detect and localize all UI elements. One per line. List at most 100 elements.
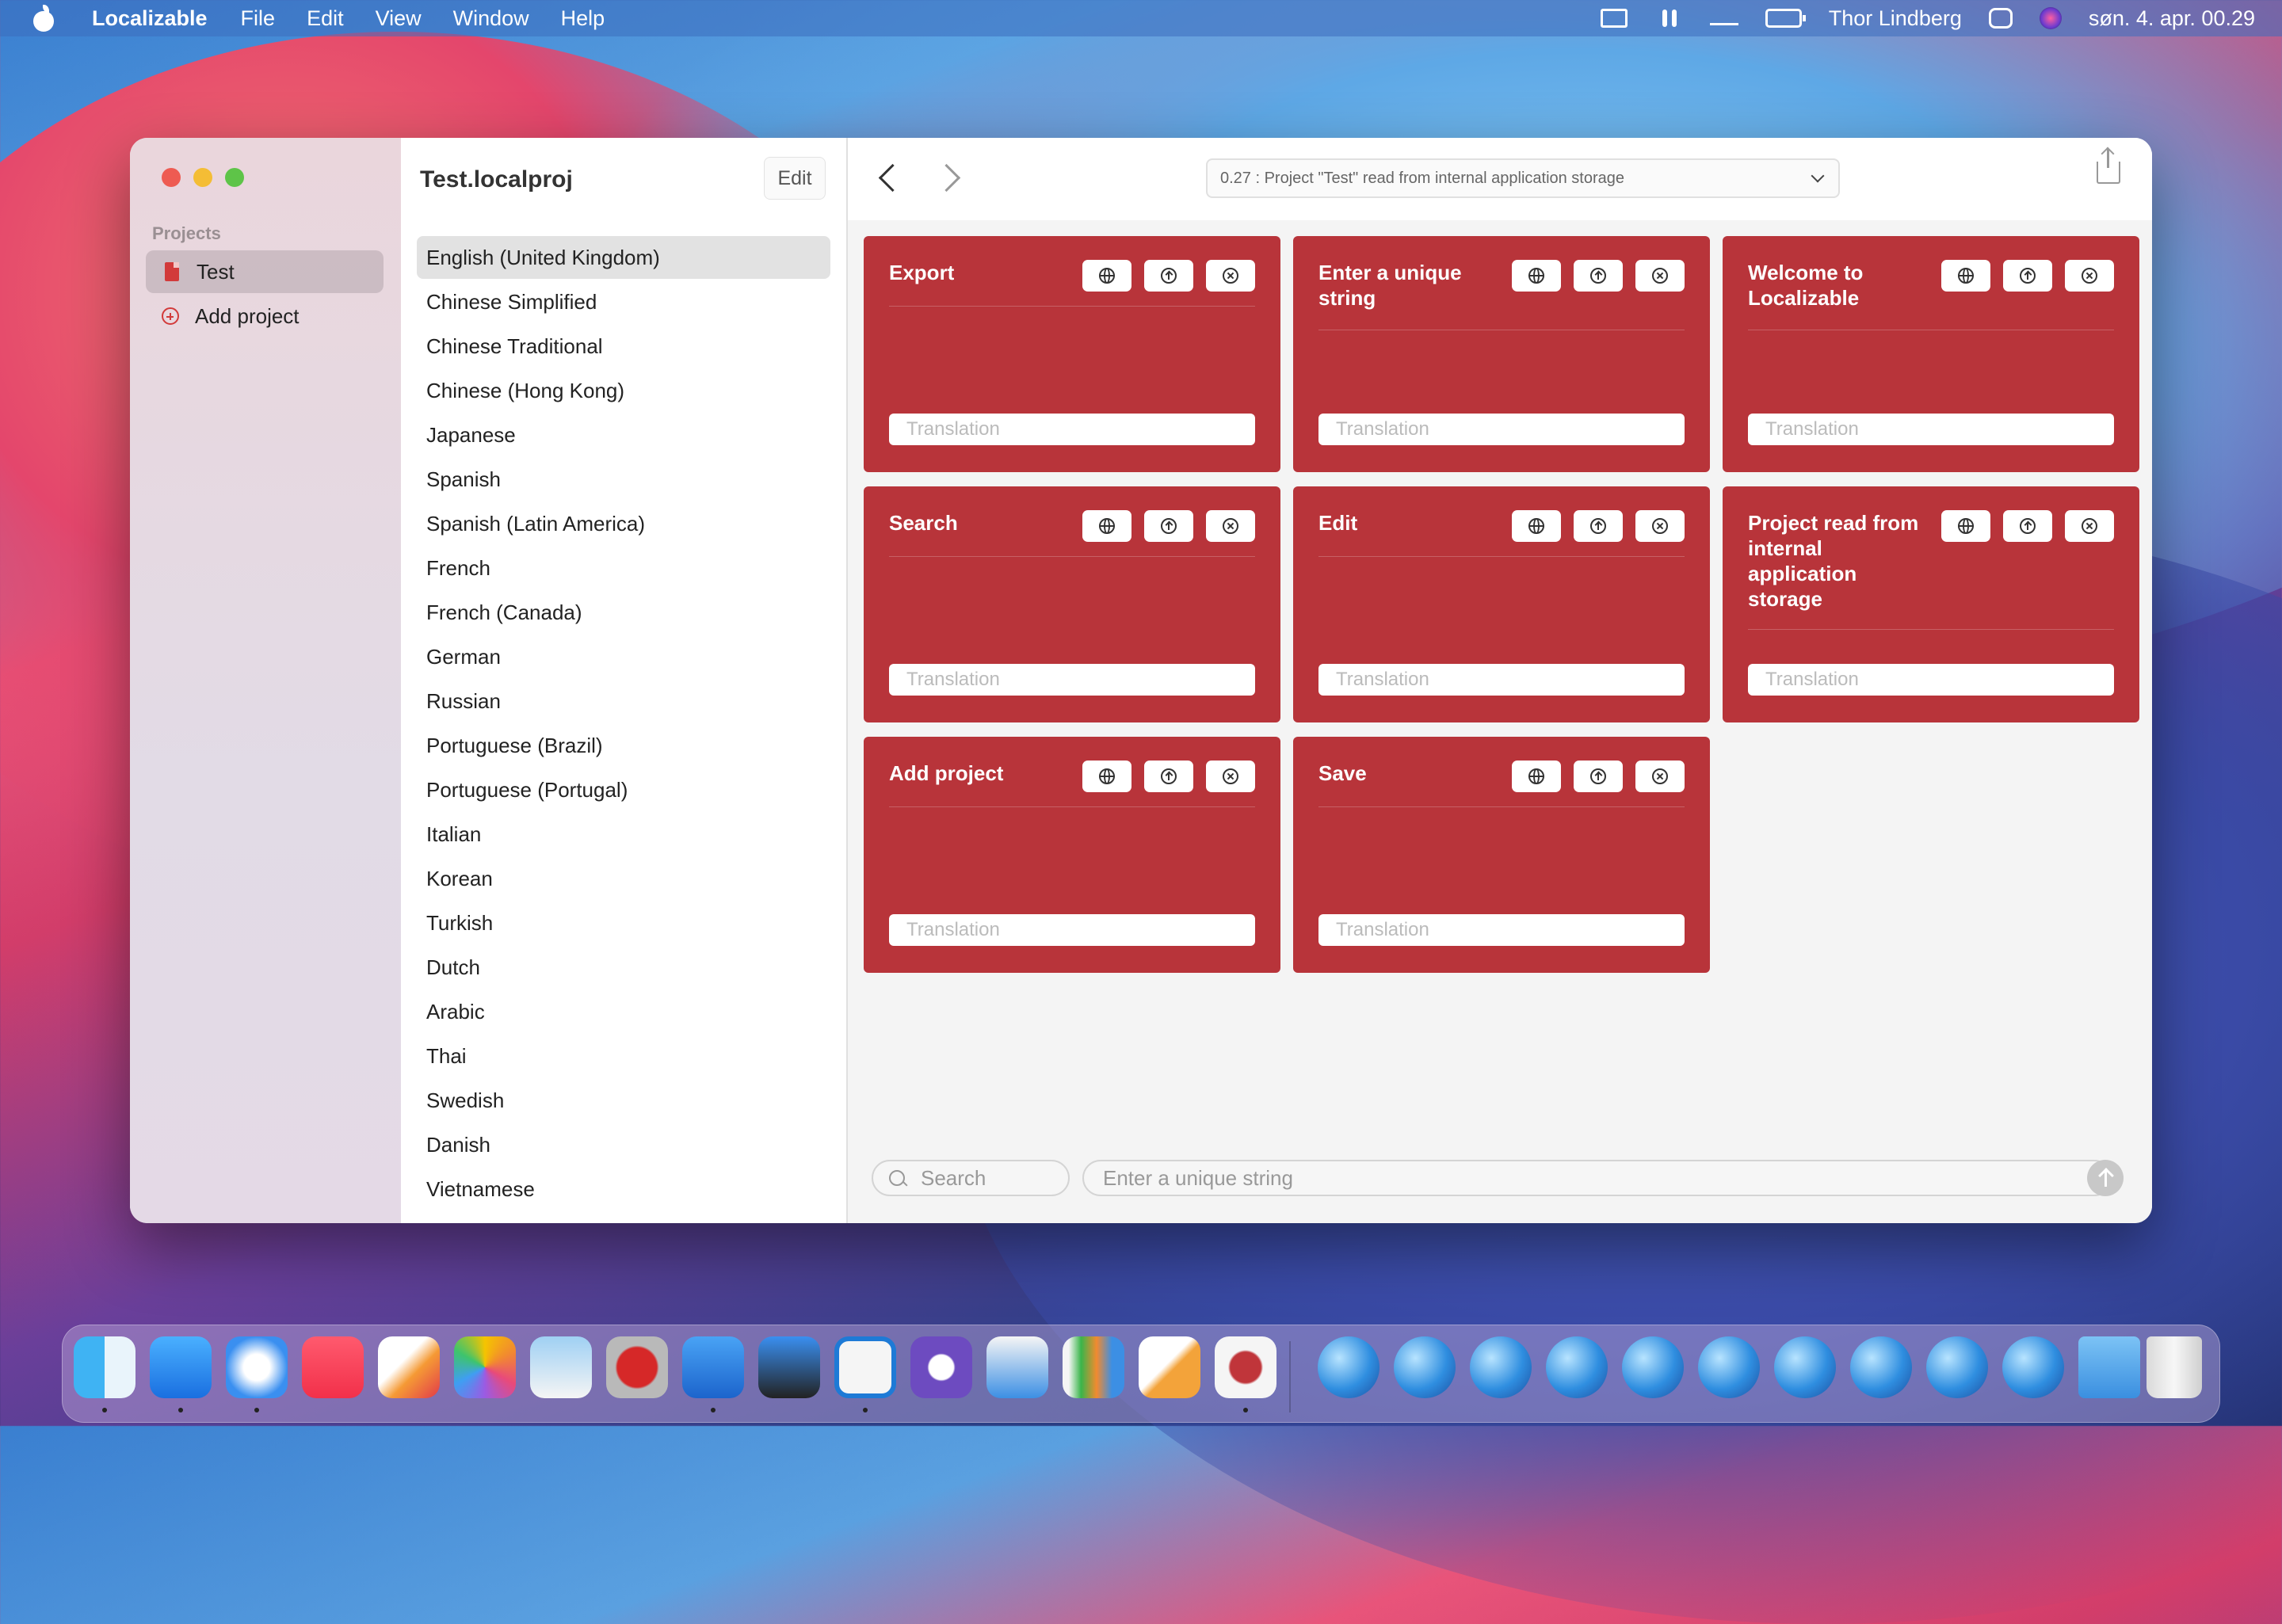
- share-icon[interactable]: [2097, 149, 2120, 184]
- translate-button[interactable]: [1941, 260, 1990, 292]
- menu-help[interactable]: Help: [561, 6, 605, 31]
- language-item[interactable]: Danish: [417, 1123, 830, 1166]
- pages-icon[interactable]: [1139, 1336, 1200, 1398]
- siri-icon[interactable]: [2039, 7, 2062, 29]
- globe-icon[interactable]: [1546, 1336, 1608, 1398]
- translation-input[interactable]: [1748, 664, 2114, 696]
- globe-icon[interactable]: [1394, 1336, 1456, 1398]
- mail-icon[interactable]: [150, 1336, 212, 1398]
- keynote-icon[interactable]: [986, 1336, 1048, 1398]
- quote-app-icon[interactable]: [1215, 1336, 1276, 1398]
- menu-file[interactable]: File: [241, 6, 276, 31]
- photos-icon[interactable]: [454, 1336, 516, 1398]
- translate-button[interactable]: [1512, 260, 1561, 292]
- pixelmator-icon[interactable]: [378, 1336, 440, 1398]
- language-item[interactable]: Spanish: [417, 458, 830, 501]
- translation-input[interactable]: [889, 914, 1255, 946]
- menu-window[interactable]: Window: [453, 6, 529, 31]
- translation-input[interactable]: [889, 414, 1255, 445]
- delete-button[interactable]: [2065, 260, 2114, 292]
- menu-view[interactable]: View: [376, 6, 422, 31]
- globe-icon[interactable]: [1470, 1336, 1532, 1398]
- delete-button[interactable]: [1206, 510, 1255, 542]
- delete-button[interactable]: [2065, 510, 2114, 542]
- language-item[interactable]: Korean: [417, 857, 830, 900]
- delete-button[interactable]: [1635, 260, 1685, 292]
- add-project-button[interactable]: Add project: [146, 295, 384, 337]
- app-menu[interactable]: Localizable: [92, 6, 208, 31]
- user-name[interactable]: Thor Lindberg: [1829, 6, 1962, 31]
- language-item[interactable]: Italian: [417, 813, 830, 856]
- zoom-window-button[interactable]: [225, 168, 244, 187]
- language-item[interactable]: German: [417, 635, 830, 678]
- move-up-button[interactable]: [2003, 260, 2052, 292]
- translate-button[interactable]: [1082, 260, 1131, 292]
- translation-input[interactable]: [1318, 914, 1685, 946]
- language-item[interactable]: French: [417, 547, 830, 589]
- apple-menu-icon[interactable]: [32, 5, 55, 32]
- globe-icon[interactable]: [1774, 1336, 1836, 1398]
- translate-button[interactable]: [1941, 510, 1990, 542]
- translation-input[interactable]: [889, 664, 1255, 696]
- screen-mirroring-icon[interactable]: [1600, 9, 1628, 28]
- music-icon[interactable]: [302, 1336, 364, 1398]
- delete-button[interactable]: [1206, 260, 1255, 292]
- xcode-icon[interactable]: [682, 1336, 744, 1398]
- move-up-button[interactable]: [2003, 510, 2052, 542]
- translate-button[interactable]: [1082, 761, 1131, 792]
- globe-icon[interactable]: [1850, 1336, 1912, 1398]
- globe-icon[interactable]: [1926, 1336, 1988, 1398]
- language-item[interactable]: Vietnamese: [417, 1168, 830, 1210]
- control-center-icon[interactable]: [1988, 8, 2013, 29]
- translate-button[interactable]: [1082, 510, 1131, 542]
- battery-icon[interactable]: [1765, 9, 1806, 28]
- move-up-button[interactable]: [1144, 761, 1193, 792]
- submit-button[interactable]: [2087, 1160, 2124, 1196]
- sidebar-item-test[interactable]: Test: [146, 250, 384, 293]
- back-chevron-icon[interactable]: [878, 163, 907, 193]
- language-item[interactable]: Thai: [417, 1035, 830, 1077]
- translate-button[interactable]: [1512, 761, 1561, 792]
- airpods-icon[interactable]: [1654, 8, 1683, 29]
- brightness-icon[interactable]: [1709, 12, 1738, 25]
- globe-icon[interactable]: [1318, 1336, 1380, 1398]
- delete-button[interactable]: [1206, 761, 1255, 792]
- close-window-button[interactable]: [162, 168, 181, 187]
- edit-button[interactable]: Edit: [764, 157, 826, 200]
- delete-button[interactable]: [1635, 761, 1685, 792]
- numbers-icon[interactable]: [1063, 1336, 1124, 1398]
- language-item[interactable]: Dutch: [417, 946, 830, 989]
- safari-icon[interactable]: [226, 1336, 288, 1398]
- new-string-input[interactable]: [1082, 1160, 2112, 1196]
- language-item[interactable]: Chinese Simplified: [417, 280, 830, 323]
- menu-edit[interactable]: Edit: [307, 6, 344, 31]
- move-up-button[interactable]: [1144, 260, 1193, 292]
- language-item[interactable]: French (Canada): [417, 591, 830, 634]
- move-up-button[interactable]: [1574, 510, 1623, 542]
- language-item[interactable]: Chinese (Hong Kong): [417, 369, 830, 412]
- globe-icon[interactable]: [1698, 1336, 1760, 1398]
- move-up-button[interactable]: [1574, 761, 1623, 792]
- translate-button[interactable]: [1512, 510, 1561, 542]
- preview-icon[interactable]: [530, 1336, 592, 1398]
- forward-chevron-icon[interactable]: [932, 163, 961, 193]
- instruments-icon[interactable]: [758, 1336, 820, 1398]
- vscode-icon[interactable]: [834, 1336, 896, 1398]
- language-item[interactable]: Arabic: [417, 990, 830, 1033]
- status-dropdown[interactable]: 0.27 : Project "Test" read from internal…: [1206, 158, 1840, 198]
- language-item[interactable]: Japanese: [417, 414, 830, 456]
- globe-icon[interactable]: [2002, 1336, 2064, 1398]
- language-item[interactable]: Portuguese (Portugal): [417, 768, 830, 811]
- translation-input[interactable]: [1318, 664, 1685, 696]
- downloads-folder-icon[interactable]: [2078, 1336, 2140, 1398]
- language-item[interactable]: Swedish: [417, 1079, 830, 1122]
- delete-button[interactable]: [1635, 510, 1685, 542]
- language-item[interactable]: Russian: [417, 680, 830, 722]
- language-item[interactable]: Chinese Traditional: [417, 325, 830, 368]
- language-item[interactable]: English (United Kingdom): [417, 236, 830, 279]
- move-up-button[interactable]: [1144, 510, 1193, 542]
- translation-input[interactable]: [1318, 414, 1685, 445]
- finder-icon[interactable]: [74, 1336, 135, 1398]
- move-up-button[interactable]: [1574, 260, 1623, 292]
- github-icon[interactable]: [910, 1336, 972, 1398]
